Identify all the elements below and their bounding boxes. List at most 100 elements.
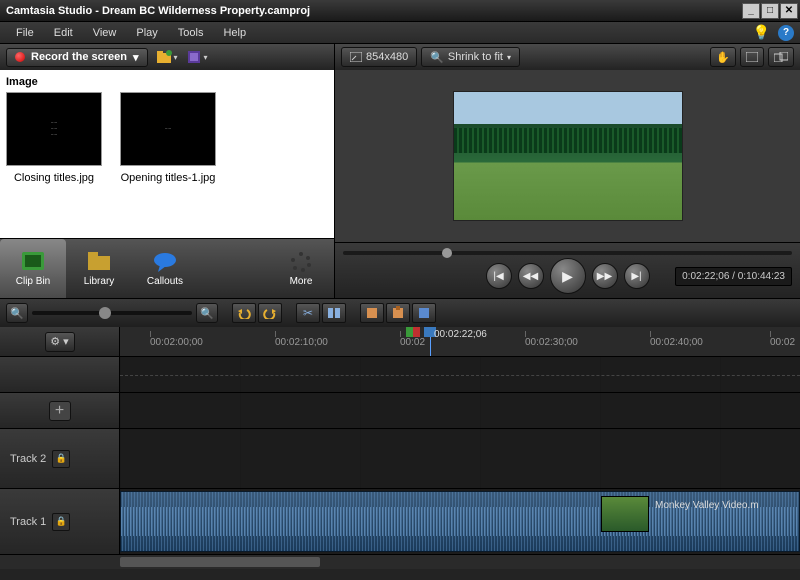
clip-thumb-0[interactable]: ··············· Closing titles.jpg [6, 92, 102, 184]
timeline-settings-button[interactable]: ⚙ ▾ [45, 332, 75, 352]
split-icon [327, 306, 341, 320]
clip-bin-panel: Image ··············· Closing titles.jpg… [0, 70, 334, 238]
ruler-mark: 00:02 [400, 337, 425, 348]
add-track-row: + [0, 393, 800, 429]
window-titlebar: Camtasia Studio - Dream BC Wilderness Pr… [0, 0, 800, 22]
preview-scrubber[interactable] [343, 247, 792, 258]
menu-edit[interactable]: Edit [44, 24, 83, 42]
preview-canvas[interactable] [335, 70, 800, 242]
ruler-mark: 00:02:40;00 [650, 337, 703, 348]
timeline-ruler[interactable]: 00:02:00;00 00:02:10;00 00:02 00:02:30;0… [120, 327, 800, 356]
ruler-mark: 00:02 [770, 337, 795, 348]
rewind-button[interactable]: ◀◀ [518, 263, 544, 289]
menu-play[interactable]: Play [126, 24, 167, 42]
add-track-lane[interactable] [120, 393, 800, 428]
import-media-2-icon[interactable] [186, 48, 204, 66]
record-screen-button[interactable]: Record the screen ▾ [6, 48, 148, 67]
playhead-label: 00:02:22;06 [434, 329, 487, 340]
detach-icon [774, 52, 788, 62]
clip-bin-icon [20, 250, 46, 272]
preview-zoom-button[interactable]: 🔍 Shrink to fit ▾ [421, 47, 520, 67]
close-button[interactable]: ✕ [780, 3, 798, 19]
tab-callouts[interactable]: Callouts [132, 239, 198, 298]
track-2-row: Track 2 🔒 [0, 429, 800, 489]
timecode-display: 0:02:22;06 / 0:10:44:23 [675, 267, 792, 286]
library-icon [86, 250, 112, 272]
split-button[interactable] [322, 303, 346, 323]
tab-clip-bin[interactable]: Clip Bin [0, 239, 66, 298]
minimize-button[interactable]: _ [742, 3, 760, 19]
track-1-label: Track 1 [10, 516, 46, 528]
marker-lane[interactable] [120, 357, 800, 392]
preview-panel: 854x480 🔍 Shrink to fit ▾ ✋ |◀ ◀◀ ▶ ▶▶ [335, 44, 800, 298]
menu-file[interactable]: File [6, 24, 44, 42]
track-1-row: Track 1 🔒 Monkey Valley Video.m [0, 489, 800, 555]
ruler-mark: 00:02:30;00 [525, 337, 578, 348]
track-2-lock[interactable]: 🔒 [52, 450, 70, 468]
timeline-toolbar: 🔍 🔍 ✂ [0, 299, 800, 327]
prev-clip-button[interactable]: |◀ [486, 263, 512, 289]
undo-button[interactable] [232, 303, 256, 323]
record-toolbar: Record the screen ▾ ▾ ▾ [0, 44, 334, 70]
timeline-panel: 🔍 🔍 ✂ ⚙ ▾ 00:02:00;00 00:02:10;00 [0, 298, 800, 580]
menu-bar: File Edit View Play Tools Help 💡 ? [0, 22, 800, 44]
more-icon [288, 250, 314, 272]
pan-button[interactable]: ✋ [710, 47, 736, 67]
playhead[interactable] [430, 327, 431, 356]
maximize-button[interactable]: □ [761, 3, 779, 19]
tab-more[interactable]: More [268, 239, 334, 298]
track-1-lock[interactable]: 🔒 [52, 513, 70, 531]
marker-copy-button[interactable] [360, 303, 384, 323]
record-label: Record the screen [31, 51, 127, 63]
hand-icon: ✋ [716, 51, 730, 64]
detach-button[interactable] [768, 47, 794, 67]
clip-name: Monkey Valley Video.m [655, 500, 759, 511]
tips-icon[interactable]: 💡 [753, 24, 770, 41]
playback-bar: |◀ ◀◀ ▶ ▶▶ ▶| 0:02:22;06 / 0:10:44:23 [335, 242, 800, 298]
cut-button[interactable]: ✂ [296, 303, 320, 323]
clip-thumbnail [601, 496, 649, 532]
preview-frame [453, 91, 683, 221]
menu-tools[interactable]: Tools [168, 24, 214, 42]
track-2-label: Track 2 [10, 453, 46, 465]
timeline-scrollbar[interactable] [0, 555, 800, 569]
tab-library[interactable]: Library [66, 239, 132, 298]
redo-button[interactable] [258, 303, 282, 323]
import-media-icon[interactable] [156, 48, 174, 66]
help-icon[interactable]: ? [778, 25, 794, 41]
clip-thumb-1[interactable]: ····· Opening titles-1.jpg [120, 92, 216, 184]
zoom-out-button[interactable]: 🔍 [6, 303, 28, 323]
resize-icon [350, 52, 362, 62]
zoom-in-button[interactable]: 🔍 [196, 303, 218, 323]
play-button[interactable]: ▶ [550, 258, 586, 294]
menu-help[interactable]: Help [213, 24, 256, 42]
marker-paste-button[interactable] [386, 303, 410, 323]
forward-button[interactable]: ▶▶ [592, 263, 618, 289]
track-2-lane[interactable] [120, 429, 800, 488]
clip-label-0: Closing titles.jpg [14, 172, 94, 184]
left-tab-bar: Clip Bin Library Callouts More [0, 238, 334, 298]
add-track-button[interactable]: + [49, 401, 71, 421]
record-icon [15, 52, 25, 62]
window-title: Camtasia Studio - Dream BC Wilderness Pr… [2, 5, 741, 17]
marker-track [0, 357, 800, 393]
ruler-mark: 00:02:00;00 [150, 337, 203, 348]
ruler-mark: 00:02:10;00 [275, 337, 328, 348]
menu-view[interactable]: View [83, 24, 127, 42]
fullscreen-icon [746, 52, 758, 62]
clipbin-heading: Image [6, 76, 328, 88]
zoom-slider[interactable] [32, 311, 192, 315]
marker-button[interactable] [412, 303, 436, 323]
search-icon: 🔍 [430, 51, 444, 64]
timeline-ruler-row: ⚙ ▾ 00:02:00;00 00:02:10;00 00:02 00:02:… [0, 327, 800, 357]
timeline-clip[interactable]: Monkey Valley Video.m [120, 491, 800, 552]
track-1-lane[interactable]: Monkey Valley Video.m [120, 489, 800, 554]
scissors-icon: ✂ [303, 306, 313, 320]
fullscreen-button[interactable] [740, 47, 764, 67]
clip-label-1: Opening titles-1.jpg [121, 172, 216, 184]
left-panel: Record the screen ▾ ▾ ▾ Image ··········… [0, 44, 335, 298]
preview-size-button[interactable]: 854x480 [341, 47, 417, 67]
next-clip-button[interactable]: ▶| [624, 263, 650, 289]
preview-toolbar: 854x480 🔍 Shrink to fit ▾ ✋ [335, 44, 800, 70]
callouts-icon [152, 250, 178, 272]
